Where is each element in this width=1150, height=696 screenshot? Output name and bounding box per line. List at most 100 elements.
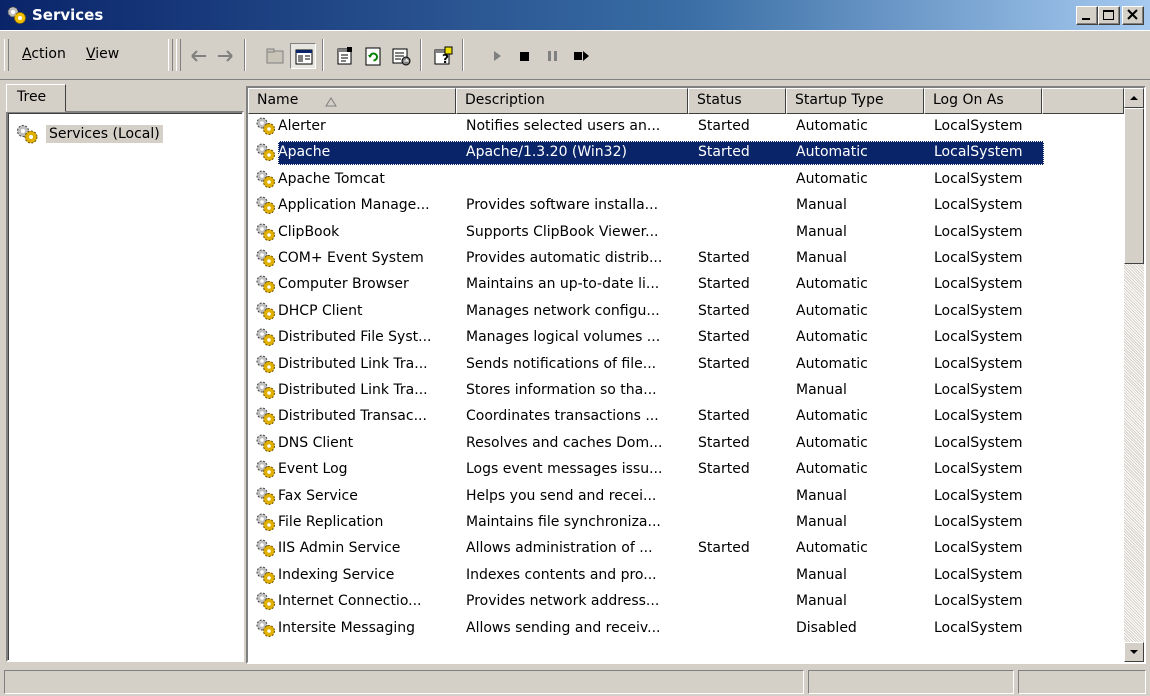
back-button[interactable] xyxy=(186,43,212,69)
column-header-empty xyxy=(1042,88,1124,114)
cell-log-on-as: LocalSystem xyxy=(934,514,1023,530)
table-row[interactable]: Indexing Service Indexes contents and pro… xyxy=(248,563,1124,589)
cell-startup-type: Manual xyxy=(796,593,847,610)
maximize-button[interactable] xyxy=(1098,6,1120,25)
show-hide-tree-button[interactable] xyxy=(290,43,316,69)
tree-view[interactable]: Services (Local) xyxy=(6,111,244,662)
back-arrow-icon xyxy=(191,50,206,62)
service-gear-icon xyxy=(254,459,278,485)
toolbar-separator xyxy=(244,39,246,71)
restart-service-button[interactable] xyxy=(568,43,594,69)
properties-icon xyxy=(337,47,352,65)
cell-startup-type: Automatic xyxy=(796,276,868,293)
service-gear-icon xyxy=(254,248,278,274)
title-bar[interactable]: Services xyxy=(0,0,1150,30)
column-header-status[interactable]: Status xyxy=(688,88,786,114)
menu-view[interactable]: View xyxy=(86,46,119,62)
menu-action[interactable]: Action xyxy=(22,46,66,62)
column-header-description[interactable]: Description xyxy=(456,88,688,114)
table-row[interactable]: Fax Service Helps you send and recei... Ma… xyxy=(248,484,1124,510)
scroll-down-button[interactable] xyxy=(1124,642,1144,662)
cell-log-on-as: LocalSystem xyxy=(934,408,1023,425)
pause-service-button[interactable] xyxy=(540,43,566,69)
table-row[interactable]: ClipBook Supports ClipBook Viewer... Manua… xyxy=(248,220,1124,246)
table-row[interactable]: DNS Client Resolves and caches Dom... Star… xyxy=(248,431,1124,457)
cell-startup-type: Automatic xyxy=(796,329,868,346)
stop-service-button[interactable] xyxy=(512,43,538,69)
column-header-name[interactable]: Name xyxy=(248,88,456,114)
cell-startup-type: Automatic xyxy=(796,408,868,425)
cell-name: DNS Client xyxy=(278,434,354,451)
table-row[interactable]: Apache Tomcat Automatic LocalSystem xyxy=(248,167,1124,193)
services-gear-icon xyxy=(6,5,28,25)
menu-view-label: View xyxy=(86,46,120,62)
cell-name: ClipBook xyxy=(278,223,340,240)
table-row[interactable]: COM+ Event System Provides automatic dist… xyxy=(248,246,1124,272)
column-header-description-label: Description xyxy=(465,92,545,108)
table-row[interactable]: Event Log Logs event messages issu... Star… xyxy=(248,457,1124,483)
maximize-icon xyxy=(1103,10,1114,20)
service-gear-icon xyxy=(254,538,278,564)
service-gear-icon xyxy=(254,512,278,538)
cell-status: Started xyxy=(698,302,750,319)
table-row[interactable]: File Replication Maintains file synchroni… xyxy=(248,510,1124,536)
cell-startup-type: Manual xyxy=(796,197,847,214)
services-list[interactable]: Name Description Status Startup Type Log… xyxy=(246,86,1146,664)
cell-name: Alerter xyxy=(278,118,326,134)
table-row[interactable]: Alerter Notifies selected users an... Star… xyxy=(248,114,1124,140)
service-gear-icon xyxy=(254,591,278,617)
minimize-button[interactable] xyxy=(1076,6,1098,25)
cell-startup-type: Manual xyxy=(796,566,847,583)
scroll-up-button[interactable] xyxy=(1124,88,1144,108)
cell-log-on-as: LocalSystem xyxy=(934,144,1023,161)
cell-log-on-as: LocalSystem xyxy=(934,540,1023,557)
properties-button[interactable] xyxy=(332,43,358,69)
table-row[interactable]: Distributed Transac... Coordinates transa… xyxy=(248,404,1124,430)
table-row[interactable]: Intersite Messaging Allows sending and re… xyxy=(248,616,1124,642)
tab-tree[interactable]: Tree xyxy=(6,84,66,112)
table-row[interactable]: Apache Apache/1.3.20 (Win32) Started Automa… xyxy=(248,140,1124,166)
table-row[interactable]: DHCP Client Manages network configu... Sta… xyxy=(248,299,1124,325)
cell-log-on-as: LocalSystem xyxy=(934,434,1023,451)
cell-status: Started xyxy=(698,540,750,557)
toolbar-grip-3[interactable] xyxy=(176,39,181,71)
table-row[interactable]: Distributed File Syst... Manages logical … xyxy=(248,325,1124,351)
cell-description: Resolves and caches Dom... xyxy=(466,434,663,451)
close-button[interactable] xyxy=(1122,6,1144,25)
table-row[interactable]: IIS Admin Service Allows administration o… xyxy=(248,536,1124,562)
cell-name: Distributed Link Tra... xyxy=(278,355,428,372)
help-button[interactable]: ? xyxy=(430,43,456,69)
up-one-level-button[interactable] xyxy=(262,43,288,69)
sort-ascending-icon xyxy=(325,97,337,107)
start-service-button[interactable] xyxy=(484,43,510,69)
cell-startup-type: Automatic xyxy=(796,355,868,372)
forward-arrow-icon xyxy=(218,50,233,62)
cell-log-on-as: LocalSystem xyxy=(934,170,1023,187)
vertical-scrollbar[interactable] xyxy=(1124,88,1144,662)
cell-description: Helps you send and recei... xyxy=(466,487,657,504)
refresh-button[interactable] xyxy=(360,43,386,69)
service-gear-icon xyxy=(254,486,278,512)
cell-description: Sends notifications of file... xyxy=(466,355,657,372)
service-gear-icon xyxy=(254,433,278,459)
restart-service-icon xyxy=(574,51,589,61)
table-row[interactable]: Distributed Link Tra... Stores informatio… xyxy=(248,378,1124,404)
table-row[interactable]: Internet Connectio... Provides network ad… xyxy=(248,589,1124,615)
cell-name: Internet Connectio... xyxy=(278,593,422,610)
toolbar-grip-2[interactable] xyxy=(168,39,173,71)
column-header-startup-type-label: Startup Type xyxy=(795,92,884,108)
status-panel-main xyxy=(4,670,804,694)
pause-service-icon xyxy=(548,51,557,61)
column-header-log-on-as[interactable]: Log On As xyxy=(924,88,1042,114)
table-row[interactable]: Distributed Link Tra... Sends notificatio… xyxy=(248,352,1124,378)
table-row[interactable]: Application Manage... Provides software i… xyxy=(248,193,1124,219)
cell-description: Coordinates transactions ... xyxy=(466,408,659,425)
cell-name: Intersite Messaging xyxy=(278,619,415,636)
column-header-startup-type[interactable]: Startup Type xyxy=(786,88,924,114)
scrollbar-thumb[interactable] xyxy=(1124,108,1144,264)
forward-button[interactable] xyxy=(212,43,238,69)
toolbar-grip[interactable] xyxy=(4,39,9,71)
export-list-button[interactable] xyxy=(388,43,414,69)
cell-log-on-as: LocalSystem xyxy=(934,223,1023,240)
table-row[interactable]: Computer Browser Maintains an up-to-date … xyxy=(248,272,1124,298)
